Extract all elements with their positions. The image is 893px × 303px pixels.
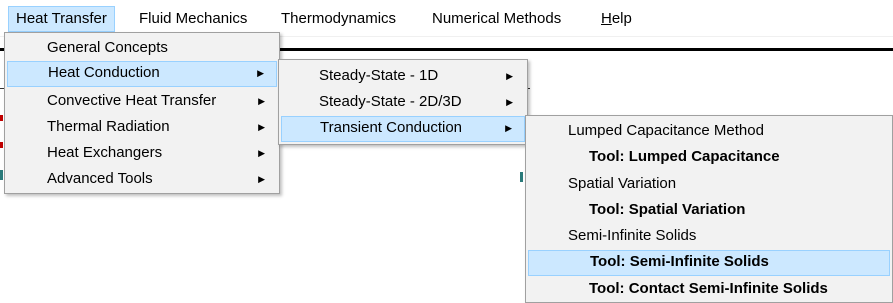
menu-item-label: Convective Heat Transfer bbox=[47, 92, 217, 109]
menu-fluid-mechanics[interactable]: Fluid Mechanics bbox=[132, 6, 254, 32]
menu-item-steady-state-1d[interactable]: Steady-State - 1D ▶ bbox=[281, 63, 525, 89]
submenu-arrow-icon: ▶ bbox=[258, 174, 265, 184]
menu-item-label: Advanced Tools bbox=[47, 170, 153, 187]
menu-item-tool-semi-infinite-solids[interactable]: Tool: Semi-Infinite Solids bbox=[528, 250, 890, 276]
submenu-arrow-icon: ▶ bbox=[505, 123, 512, 133]
menu-item-label: Thermal Radiation bbox=[47, 118, 170, 135]
menu-item-label: Transient Conduction bbox=[320, 119, 463, 136]
menu-item-general-concepts[interactable]: General Concepts bbox=[7, 35, 277, 61]
menu-item-tool-lumped-capacitance[interactable]: Tool: Lumped Capacitance bbox=[528, 144, 890, 170]
menu-item-convective-heat-transfer[interactable]: Convective Heat Transfer ▶ bbox=[7, 88, 277, 114]
menu-item-label: Semi-Infinite Solids bbox=[568, 227, 697, 244]
submenu-arrow-icon: ▶ bbox=[258, 96, 265, 106]
heat-conduction-submenu: Steady-State - 1D ▶ Steady-State - 2D/3D… bbox=[278, 59, 528, 145]
menu-item-label: General Concepts bbox=[47, 39, 168, 56]
transient-conduction-submenu: Lumped Capacitance Method Tool: Lumped C… bbox=[525, 115, 893, 303]
menu-item-lumped-capacitance-method[interactable]: Lumped Capacitance Method bbox=[528, 118, 890, 144]
menu-help-label: elp bbox=[611, 10, 632, 27]
menu-item-tool-spatial-variation[interactable]: Tool: Spatial Variation bbox=[528, 197, 890, 223]
menu-item-steady-state-2d3d[interactable]: Steady-State - 2D/3D ▶ bbox=[281, 89, 525, 115]
menu-item-advanced-tools[interactable]: Advanced Tools ▶ bbox=[7, 166, 277, 192]
menu-item-label: Spatial Variation bbox=[568, 175, 677, 192]
menu-numerical-methods[interactable]: Numerical Methods bbox=[425, 6, 568, 32]
menu-numerical-methods-label: Numerical Methods bbox=[432, 10, 562, 27]
heat-transfer-dropdown: General Concepts Heat Conduction ▶ Conve… bbox=[4, 32, 280, 194]
menu-item-spatial-variation[interactable]: Spatial Variation bbox=[528, 171, 890, 197]
menu-heat-transfer-label: Heat Transfer bbox=[16, 10, 107, 27]
menu-item-semi-infinite-solids[interactable]: Semi-Infinite Solids bbox=[528, 223, 890, 249]
submenu-arrow-icon: ▶ bbox=[257, 68, 264, 78]
submenu-arrow-icon: ▶ bbox=[258, 148, 265, 158]
background-marker bbox=[0, 142, 3, 148]
menu-thermodynamics[interactable]: Thermodynamics bbox=[274, 6, 403, 32]
submenu-arrow-icon: ▶ bbox=[258, 122, 265, 132]
menu-help[interactable]: Help bbox=[594, 6, 639, 32]
menu-thermodynamics-label: Thermodynamics bbox=[281, 10, 397, 27]
menu-item-transient-conduction[interactable]: Transient Conduction ▶ bbox=[281, 116, 525, 142]
menu-item-label: Lumped Capacitance Method bbox=[568, 122, 764, 139]
menu-fluid-mechanics-label: Fluid Mechanics bbox=[139, 10, 248, 27]
background-marker bbox=[520, 172, 523, 182]
menu-item-label: Steady-State - 2D/3D bbox=[319, 93, 462, 110]
menu-item-label: Heat Conduction bbox=[48, 64, 160, 81]
menu-item-thermal-radiation[interactable]: Thermal Radiation ▶ bbox=[7, 114, 277, 140]
menu-item-label: Tool: Semi-Infinite Solids bbox=[590, 253, 769, 270]
menu-item-label: Tool: Contact Semi-Infinite Solids bbox=[589, 280, 828, 297]
menu-item-heat-conduction[interactable]: Heat Conduction ▶ bbox=[7, 61, 277, 87]
menu-item-heat-exchangers[interactable]: Heat Exchangers ▶ bbox=[7, 140, 277, 166]
submenu-arrow-icon: ▶ bbox=[506, 97, 513, 107]
background-marker bbox=[0, 115, 3, 121]
menu-item-label: Tool: Spatial Variation bbox=[589, 201, 746, 218]
background-marker bbox=[0, 170, 3, 180]
submenu-arrow-icon: ▶ bbox=[506, 71, 513, 81]
menu-item-label: Tool: Lumped Capacitance bbox=[589, 148, 780, 165]
menu-item-label: Heat Exchangers bbox=[47, 144, 163, 161]
menu-heat-transfer[interactable]: Heat Transfer bbox=[8, 6, 115, 32]
menu-help-mnemonic: H bbox=[601, 10, 612, 27]
menu-item-label: Steady-State - 1D bbox=[319, 67, 439, 84]
menu-item-tool-contact-semi-infinite-solids[interactable]: Tool: Contact Semi-Infinite Solids bbox=[528, 276, 890, 302]
